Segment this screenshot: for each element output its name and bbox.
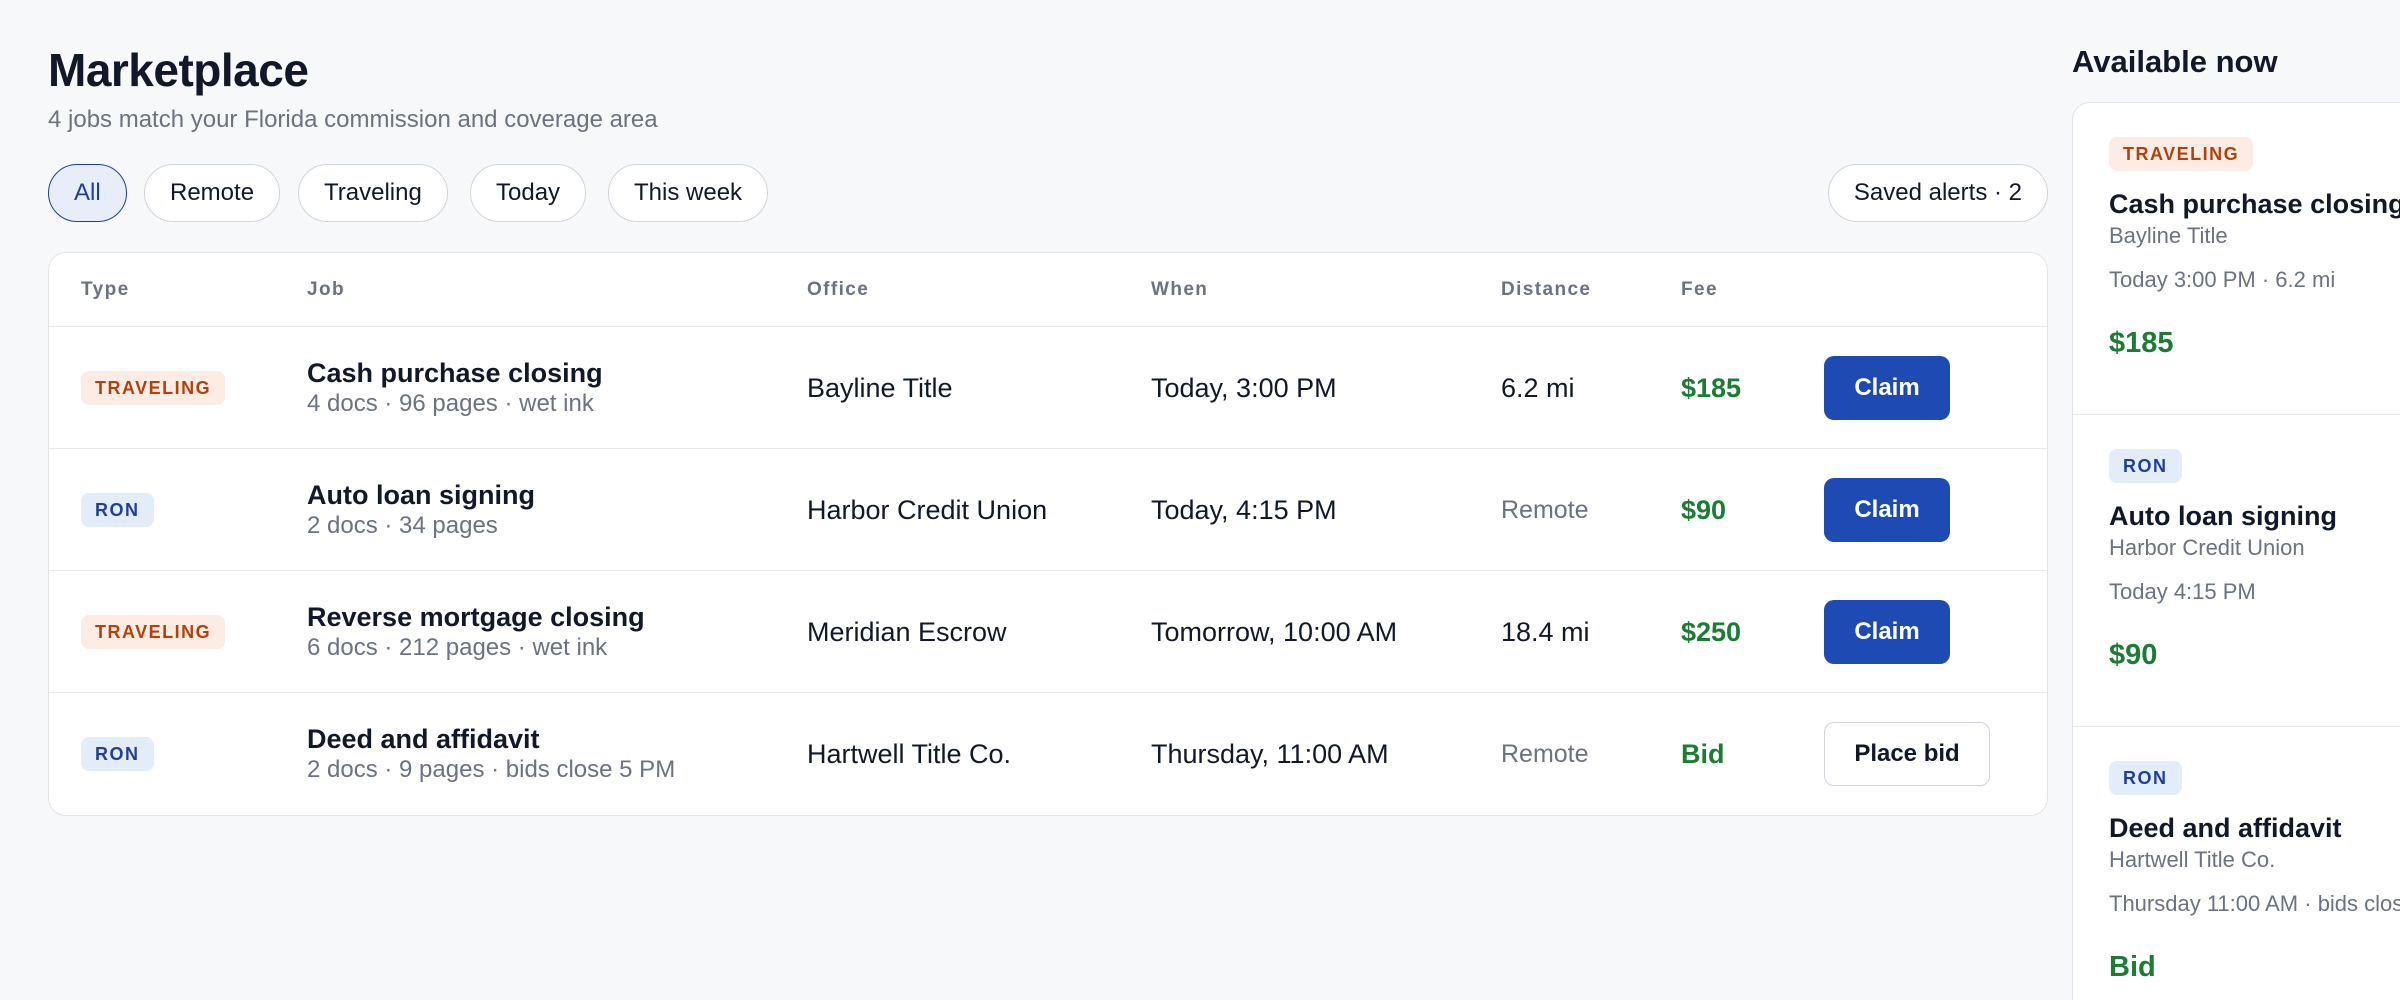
jobs-table: Type Job Office When Distance Fee TRAVEL…	[48, 252, 2048, 816]
card-when: Today 3:00 PM · 6.2 mi	[2109, 267, 2336, 292]
job-when: Today, 4:15 PM	[1151, 494, 1337, 525]
job-fee: Bid	[1681, 738, 1725, 769]
office-name: Hartwell Title Co.	[807, 738, 1012, 769]
table-row: RON Deed and affidavit 2 docs · 9 pages …	[49, 693, 2047, 815]
card-fee: Bid	[2109, 951, 2156, 983]
marketplace-page: Marketplace 4 jobs match your Florida co…	[0, 0, 2400, 1000]
job-meta: 2 docs · 34 pages	[307, 512, 498, 539]
job-fee: $185	[1681, 372, 1742, 403]
job-distance: 6.2 mi	[1501, 372, 1575, 403]
job-title: Cash purchase closing	[307, 358, 603, 388]
column-header-job: Job	[307, 279, 345, 300]
side-panel-title: Available now	[2072, 44, 2278, 79]
filter-chip-all[interactable]: All	[48, 164, 127, 222]
page-title: Marketplace	[48, 44, 309, 96]
type-badge: RON	[2109, 449, 2182, 483]
available-job-card[interactable]: RON Auto loan signing Harbor Credit Unio…	[2073, 415, 2400, 727]
column-header-when: When	[1151, 279, 1209, 300]
claim-button[interactable]: Claim	[1824, 478, 1950, 542]
type-badge: RON	[81, 493, 154, 527]
job-title: Deed and affidavit	[307, 724, 540, 754]
job-when: Tomorrow, 10:00 AM	[1151, 616, 1398, 647]
table-row: RON Auto loan signing 2 docs · 34 pages …	[49, 449, 2047, 571]
available-now-panel: Available now TRAVELING Cash purchase cl…	[2072, 42, 2400, 1000]
job-meta: 6 docs · 212 pages · wet ink	[307, 634, 608, 661]
claim-button[interactable]: Claim	[1824, 600, 1950, 664]
job-title: Auto loan signing	[307, 480, 535, 510]
type-badge: TRAVELING	[81, 615, 226, 649]
available-job-card[interactable]: TRAVELING Cash purchase closing Bayline …	[2073, 103, 2400, 415]
office-name: Harbor Credit Union	[807, 494, 1048, 525]
card-title: Cash purchase closing	[2109, 189, 2400, 219]
job-distance: 18.4 mi	[1501, 616, 1590, 647]
card-fee: $185	[2109, 327, 2174, 359]
card-office: Harbor Credit Union	[2109, 535, 2305, 560]
table-row: TRAVELING Cash purchase closing 4 docs ·…	[49, 327, 2047, 449]
type-badge: RON	[2109, 761, 2182, 795]
main-content: Marketplace 4 jobs match your Florida co…	[48, 40, 2048, 816]
card-when: Thursday 11:00 AM · bids close 5 PM	[2109, 891, 2400, 916]
available-job-card[interactable]: RON Deed and affidavit Hartwell Title Co…	[2073, 727, 2400, 1000]
type-badge: RON	[81, 737, 154, 771]
filter-chip-today[interactable]: Today	[470, 164, 587, 222]
type-badge: TRAVELING	[81, 371, 226, 405]
card-when: Today 4:15 PM	[2109, 579, 2256, 604]
place-bid-button[interactable]: Place bid	[1824, 722, 1990, 786]
saved-alerts-button[interactable]: Saved alerts · 2	[1827, 164, 2048, 222]
column-header-fee: Fee	[1681, 279, 1718, 300]
job-distance: Remote	[1501, 739, 1589, 768]
filter-chip-traveling[interactable]: Traveling	[298, 164, 448, 222]
card-office: Hartwell Title Co.	[2109, 847, 2276, 872]
job-meta: 2 docs · 9 pages · bids close 5 PM	[307, 756, 676, 783]
column-header-type: Type	[81, 279, 130, 300]
column-header-office: Office	[807, 279, 870, 300]
filter-chip-this-week[interactable]: This week	[608, 164, 769, 222]
job-meta: 4 docs · 96 pages · wet ink	[307, 390, 594, 417]
job-when: Thursday, 11:00 AM	[1151, 738, 1389, 769]
page-subtitle: 4 jobs match your Florida commission and…	[48, 106, 658, 133]
claim-button[interactable]: Claim	[1824, 356, 1950, 420]
table-row: TRAVELING Reverse mortgage closing 6 doc…	[49, 571, 2047, 693]
filter-chip-remote[interactable]: Remote	[144, 164, 281, 222]
job-when: Today, 3:00 PM	[1151, 372, 1337, 403]
type-badge: TRAVELING	[2109, 137, 2254, 171]
job-distance: Remote	[1501, 495, 1589, 524]
card-office: Bayline Title	[2109, 223, 2228, 248]
table-header: Type Job Office When Distance Fee	[49, 253, 2047, 327]
office-name: Meridian Escrow	[807, 616, 1007, 647]
column-header-distance: Distance	[1501, 279, 1592, 300]
job-fee: $250	[1681, 616, 1742, 647]
available-jobs-list: TRAVELING Cash purchase closing Bayline …	[2072, 102, 2400, 1000]
filter-bar: All Remote Traveling Today This week Sav…	[48, 164, 2048, 222]
office-name: Bayline Title	[807, 372, 953, 403]
job-title: Reverse mortgage closing	[307, 602, 645, 632]
job-fee: $90	[1681, 494, 1727, 525]
card-title: Auto loan signing	[2109, 501, 2337, 531]
card-title: Deed and affidavit	[2109, 813, 2342, 843]
card-fee: $90	[2109, 639, 2158, 671]
